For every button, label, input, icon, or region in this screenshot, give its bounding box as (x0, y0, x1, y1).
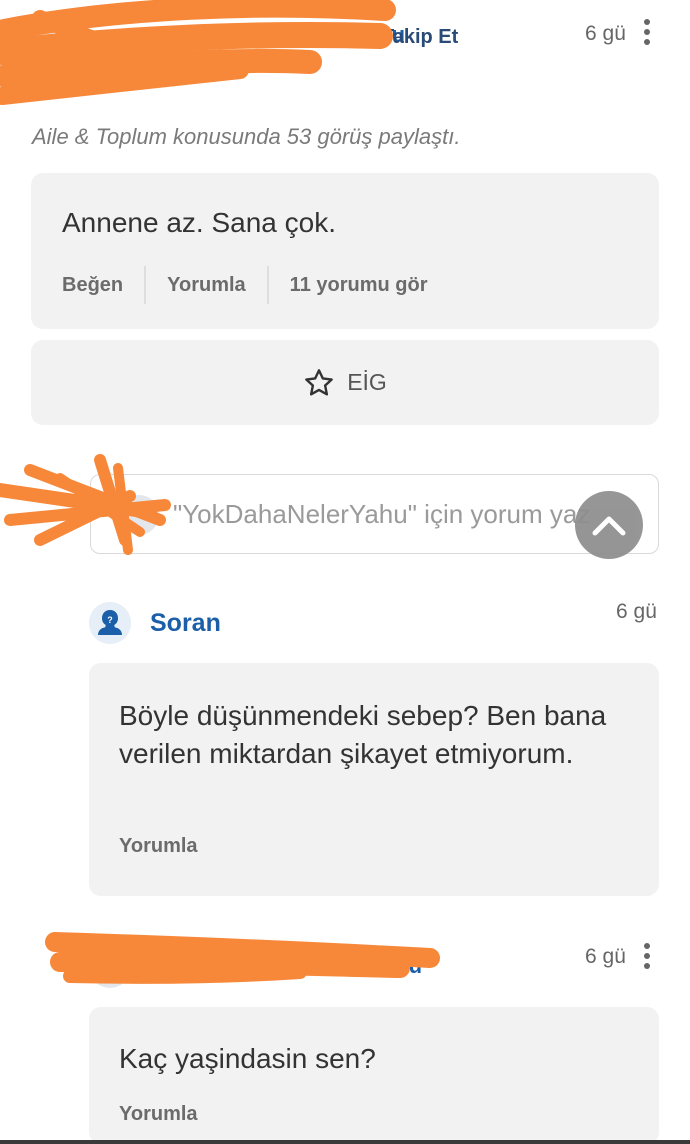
eig-content: EİG (31, 340, 659, 425)
anonymous-user-icon[interactable]: ? (89, 602, 131, 644)
comment-time: 6 gü (585, 945, 626, 968)
comment-card: Kaç yaşindasin sen? Yorumla (89, 1007, 659, 1144)
author-username[interactable]: YokDahaNelerYahu (205, 22, 405, 48)
best-answer-button[interactable]: EİG (31, 340, 659, 425)
answer-header: YokDahaNelerYahu Ağustos 30 Takip Et 6 g… (0, 0, 690, 110)
answer-text: Annene az. Sana çok. (62, 207, 336, 238)
avatar[interactable] (89, 946, 131, 988)
avatar[interactable] (40, 26, 86, 72)
reply-username[interactable]: YokDahaNelerYahu (222, 953, 422, 979)
kebab-menu-icon[interactable] (643, 19, 651, 47)
activity-text: Aile & Toplum konusunda 53 görüş paylaşt… (32, 124, 461, 149)
comment-text: Böyle düşünmendeki sebep? Ben bana veril… (119, 700, 607, 769)
comment-button[interactable]: Yorumla (146, 274, 267, 297)
follow-button[interactable]: Takip Et (382, 26, 458, 49)
reply-button[interactable]: Yorumla (119, 1103, 198, 1126)
asker-name[interactable]: Soran (150, 609, 221, 638)
view-comments-button[interactable]: 11 yorumu gör (269, 274, 449, 297)
comment-text: Kaç yaşindasin sen? (119, 1043, 376, 1074)
author-subline: Ağustos 30 (120, 62, 221, 84)
reply-button[interactable]: Yorumla (119, 835, 198, 858)
svg-text:?: ? (107, 615, 113, 625)
post-time: 6 gü (585, 22, 626, 45)
comment-placeholder: "YokDahaNelerYahu" için yorum yaz (173, 499, 591, 529)
scroll-to-top-button[interactable] (575, 491, 643, 559)
answer-card: Annene az. Sana çok. Beğen Yorumla 11 yo… (31, 173, 659, 329)
like-button[interactable]: Beğen (62, 274, 144, 297)
comment-input[interactable]: "YokDahaNelerYahu" için yorum yaz (90, 474, 659, 554)
avatar (119, 495, 159, 535)
chevron-up-icon (592, 516, 626, 536)
eig-label: EİG (347, 369, 387, 395)
bottom-edge (0, 1140, 690, 1144)
star-outline-icon (305, 368, 334, 396)
kebab-menu-icon[interactable] (643, 943, 651, 971)
comment-time: 6 gü (616, 600, 657, 623)
answer-actions: Beğen Yorumla 11 yorumu gör (62, 266, 448, 304)
comment-card: Böyle düşünmendeki sebep? Ben bana veril… (89, 663, 659, 896)
